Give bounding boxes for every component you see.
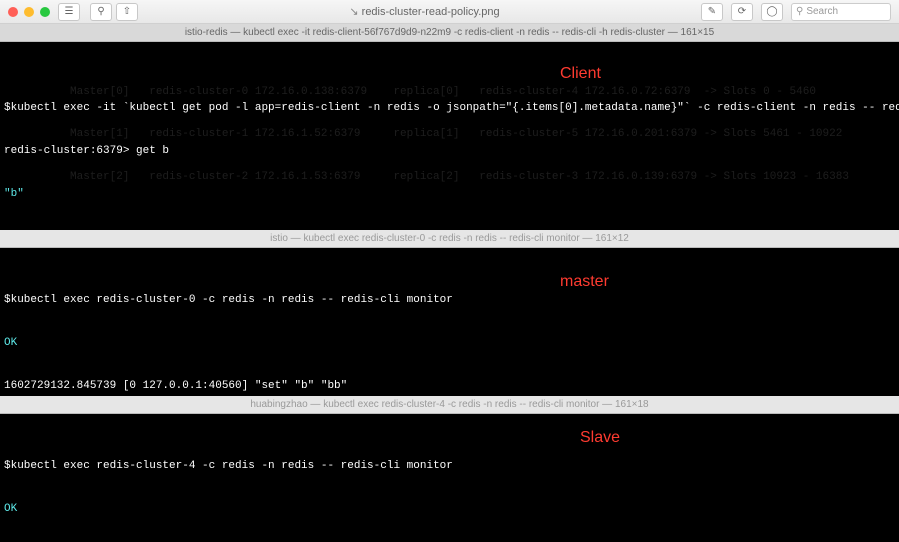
search-glyph-icon: ⚲ — [796, 6, 803, 17]
cmd-line: $kubectl exec redis-cluster-0 -c redis -… — [4, 293, 895, 307]
sidebar-toggle-button[interactable]: ☰ — [58, 3, 80, 21]
tab-pane-2[interactable]: istio — kubectl exec redis-cluster-0 -c … — [0, 230, 899, 248]
terminal-slave[interactable]: Slave $kubectl exec redis-cluster-4 -c r… — [0, 414, 899, 542]
label-master: master — [560, 272, 609, 293]
window-titlebar: ☰ ⚲ ⇧ ↘ redis-cluster-read-policy.png ✎ … — [0, 0, 899, 24]
markup-icon[interactable]: ◯ — [761, 3, 783, 21]
label-client: Client — [560, 64, 601, 85]
cmd-line: $kubectl exec redis-cluster-4 -c redis -… — [4, 459, 895, 473]
minimize-icon[interactable] — [24, 7, 34, 17]
edit-icon[interactable]: ✎ — [701, 3, 723, 21]
label-slave: Slave — [580, 428, 620, 449]
ghost-topology: Master[0] redis-cluster-0 172.16.0.138:6… — [70, 56, 849, 213]
close-icon[interactable] — [8, 7, 18, 17]
tab-pane-3[interactable]: huabingzhao — kubectl exec redis-cluster… — [0, 396, 899, 414]
traffic-lights — [8, 7, 50, 17]
window-title: ↘ redis-cluster-read-policy.png — [148, 5, 701, 18]
terminal-client[interactable]: Master[0] redis-cluster-0 172.16.0.138:6… — [0, 42, 899, 230]
search-input[interactable]: ⚲ Search — [791, 3, 891, 21]
search-icon[interactable]: ⚲ — [90, 3, 112, 21]
share-icon[interactable]: ⇧ — [116, 3, 138, 21]
rotate-icon[interactable]: ⟳ — [731, 3, 753, 21]
search-placeholder: Search — [806, 6, 838, 17]
terminal-master[interactable]: master $kubectl exec redis-cluster-0 -c … — [0, 248, 899, 396]
zoom-icon[interactable] — [40, 7, 50, 17]
tab-pane-1[interactable]: istio-redis — kubectl exec -it redis-cli… — [0, 24, 899, 42]
